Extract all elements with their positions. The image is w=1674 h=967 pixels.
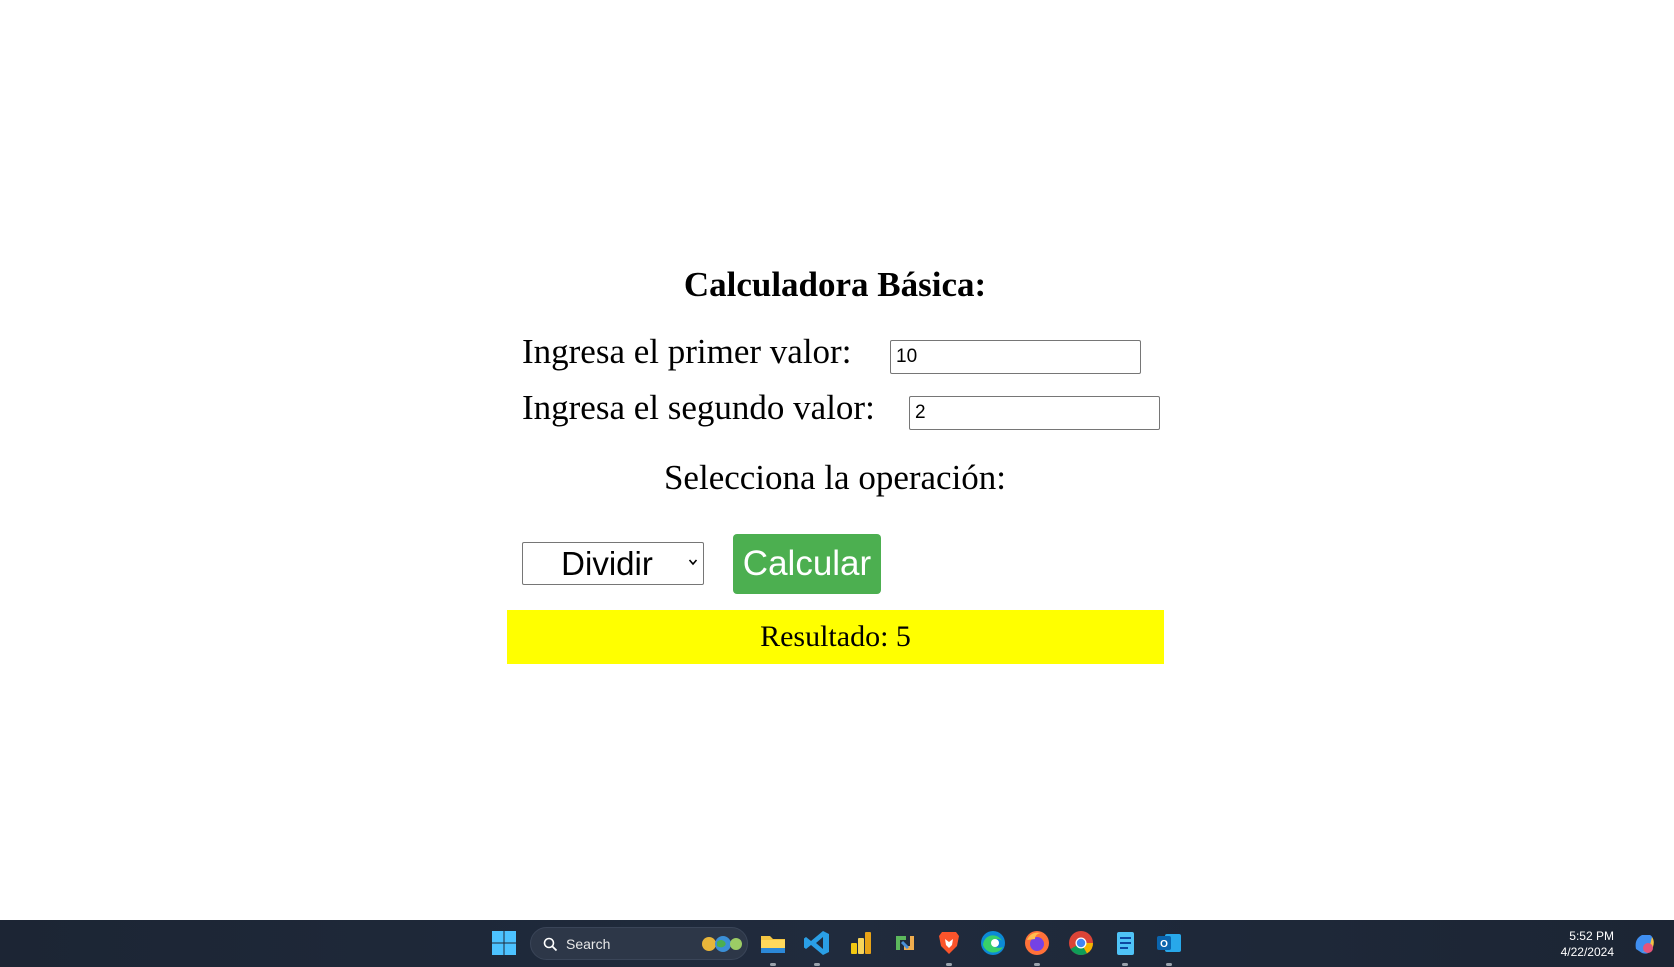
first-value-label: Ingresa el primer valor: (522, 332, 852, 371)
search-placeholder: Search (566, 936, 611, 952)
result-display: Resultado: 5 (507, 610, 1164, 664)
brave-icon[interactable] (934, 928, 964, 958)
second-value-input[interactable] (909, 396, 1160, 430)
outlook-icon[interactable]: O (1154, 928, 1184, 958)
clock-time: 5:52 PM (1569, 929, 1614, 943)
taskbar: Search O 5:52 PM 4/22/2024 (0, 920, 1674, 967)
calculator-page: Calculadora Básica: Ingresa el primer va… (0, 0, 1674, 920)
vscode-icon[interactable] (802, 928, 832, 958)
running-indicator (814, 963, 820, 966)
first-value-input[interactable] (890, 340, 1141, 374)
power-bi-icon[interactable] (846, 928, 876, 958)
firefox-icon[interactable] (1022, 928, 1052, 958)
copilot-icon[interactable] (1630, 929, 1658, 957)
chrome-icon[interactable] (1066, 928, 1096, 958)
running-indicator (946, 963, 952, 966)
system-clock[interactable]: 5:52 PM 4/22/2024 (1561, 928, 1614, 960)
file-explorer-icon[interactable] (758, 928, 788, 958)
search-icon (543, 937, 558, 952)
second-value-label: Ingresa el segundo valor: (522, 388, 875, 427)
running-indicator (770, 963, 776, 966)
running-indicator (1034, 963, 1040, 966)
chevron-down-icon (688, 559, 698, 566)
edge-icon[interactable] (978, 928, 1008, 958)
running-indicator (1166, 963, 1172, 966)
start-icon[interactable] (489, 928, 519, 958)
page-title: Calculadora Básica: (683, 265, 987, 304)
calculate-button[interactable]: Calcular (733, 534, 881, 594)
clock-date: 4/22/2024 (1560, 945, 1614, 959)
search-highlight-icon (702, 936, 742, 952)
operation-select[interactable]: Dividir (522, 542, 704, 585)
taskbar-search[interactable]: Search (530, 927, 748, 960)
running-indicator (1122, 963, 1128, 966)
operation-selected-value: Dividir (561, 545, 653, 582)
notepad-icon[interactable] (1110, 928, 1140, 958)
sync-app-icon[interactable] (890, 928, 920, 958)
svg-text:O: O (1160, 939, 1168, 950)
operation-label: Selecciona la operación: (663, 458, 1007, 497)
